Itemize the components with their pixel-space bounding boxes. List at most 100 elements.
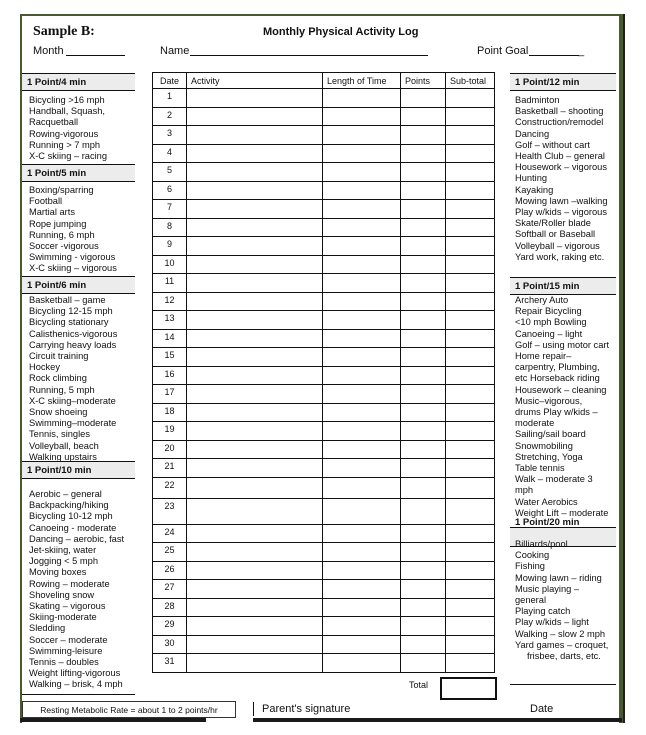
points-cell[interactable] bbox=[400, 125, 446, 145]
subtotal-cell[interactable] bbox=[445, 310, 495, 330]
length-of-time-cell[interactable] bbox=[322, 579, 401, 599]
length-of-time-cell[interactable] bbox=[322, 236, 401, 256]
subtotal-cell[interactable] bbox=[445, 236, 495, 256]
activity-cell[interactable] bbox=[186, 254, 323, 274]
subtotal-cell[interactable] bbox=[445, 125, 495, 145]
activity-cell[interactable] bbox=[186, 365, 323, 385]
points-cell[interactable] bbox=[400, 88, 446, 108]
length-of-time-cell[interactable] bbox=[322, 365, 401, 385]
length-of-time-cell[interactable] bbox=[322, 402, 401, 422]
points-cell[interactable] bbox=[400, 597, 446, 617]
activity-cell[interactable] bbox=[186, 497, 323, 525]
subtotal-cell[interactable] bbox=[445, 180, 495, 200]
length-of-time-cell[interactable] bbox=[322, 384, 401, 404]
activity-cell[interactable] bbox=[186, 88, 323, 108]
length-of-time-cell[interactable] bbox=[322, 560, 401, 580]
length-of-time-cell[interactable] bbox=[322, 634, 401, 654]
length-of-time-cell[interactable] bbox=[322, 180, 401, 200]
length-of-time-cell[interactable] bbox=[322, 328, 401, 348]
points-cell[interactable] bbox=[400, 162, 446, 182]
length-of-time-cell[interactable] bbox=[322, 217, 401, 237]
subtotal-cell[interactable] bbox=[445, 560, 495, 580]
subtotal-cell[interactable] bbox=[445, 162, 495, 182]
length-of-time-cell[interactable] bbox=[322, 421, 401, 441]
activity-cell[interactable] bbox=[186, 347, 323, 367]
subtotal-cell[interactable] bbox=[445, 217, 495, 237]
subtotal-cell[interactable] bbox=[445, 254, 495, 274]
subtotal-cell[interactable] bbox=[445, 328, 495, 348]
length-of-time-cell[interactable] bbox=[322, 88, 401, 108]
subtotal-cell[interactable] bbox=[445, 347, 495, 367]
length-of-time-cell[interactable] bbox=[322, 106, 401, 126]
total-field[interactable] bbox=[440, 677, 497, 700]
points-cell[interactable] bbox=[400, 421, 446, 441]
points-cell[interactable] bbox=[400, 616, 446, 636]
subtotal-cell[interactable] bbox=[445, 88, 495, 108]
points-cell[interactable] bbox=[400, 106, 446, 126]
subtotal-cell[interactable] bbox=[445, 365, 495, 385]
subtotal-cell[interactable] bbox=[445, 597, 495, 617]
length-of-time-cell[interactable] bbox=[322, 542, 401, 562]
activity-cell[interactable] bbox=[186, 579, 323, 599]
points-cell[interactable] bbox=[400, 653, 446, 673]
activity-cell[interactable] bbox=[186, 162, 323, 182]
subtotal-cell[interactable] bbox=[445, 439, 495, 459]
points-cell[interactable] bbox=[400, 560, 446, 580]
length-of-time-cell[interactable] bbox=[322, 439, 401, 459]
subtotal-cell[interactable] bbox=[445, 497, 495, 525]
points-cell[interactable] bbox=[400, 634, 446, 654]
length-of-time-cell[interactable] bbox=[322, 199, 401, 219]
length-of-time-cell[interactable] bbox=[322, 458, 401, 478]
subtotal-cell[interactable] bbox=[445, 653, 495, 673]
activity-cell[interactable] bbox=[186, 597, 323, 617]
activity-cell[interactable] bbox=[186, 458, 323, 478]
point-goal-field[interactable] bbox=[529, 55, 579, 56]
activity-cell[interactable] bbox=[186, 236, 323, 256]
points-cell[interactable] bbox=[400, 497, 446, 525]
subtotal-cell[interactable] bbox=[445, 402, 495, 422]
points-cell[interactable] bbox=[400, 523, 446, 543]
points-cell[interactable] bbox=[400, 328, 446, 348]
points-cell[interactable] bbox=[400, 439, 446, 459]
activity-cell[interactable] bbox=[186, 291, 323, 311]
length-of-time-cell[interactable] bbox=[322, 273, 401, 293]
points-cell[interactable] bbox=[400, 180, 446, 200]
length-of-time-cell[interactable] bbox=[322, 291, 401, 311]
activity-cell[interactable] bbox=[186, 439, 323, 459]
activity-cell[interactable] bbox=[186, 125, 323, 145]
activity-cell[interactable] bbox=[186, 402, 323, 422]
points-cell[interactable] bbox=[400, 217, 446, 237]
points-cell[interactable] bbox=[400, 236, 446, 256]
subtotal-cell[interactable] bbox=[445, 476, 495, 499]
activity-cell[interactable] bbox=[186, 616, 323, 636]
length-of-time-cell[interactable] bbox=[322, 497, 401, 525]
activity-cell[interactable] bbox=[186, 476, 323, 499]
subtotal-cell[interactable] bbox=[445, 273, 495, 293]
name-field[interactable] bbox=[190, 55, 428, 56]
points-cell[interactable] bbox=[400, 476, 446, 499]
length-of-time-cell[interactable] bbox=[322, 476, 401, 499]
length-of-time-cell[interactable] bbox=[322, 125, 401, 145]
activity-cell[interactable] bbox=[186, 421, 323, 441]
length-of-time-cell[interactable] bbox=[322, 310, 401, 330]
points-cell[interactable] bbox=[400, 458, 446, 478]
points-cell[interactable] bbox=[400, 365, 446, 385]
activity-cell[interactable] bbox=[186, 217, 323, 237]
activity-cell[interactable] bbox=[186, 106, 323, 126]
activity-cell[interactable] bbox=[186, 523, 323, 543]
subtotal-cell[interactable] bbox=[445, 106, 495, 126]
length-of-time-cell[interactable] bbox=[322, 254, 401, 274]
points-cell[interactable] bbox=[400, 291, 446, 311]
activity-cell[interactable] bbox=[186, 542, 323, 562]
length-of-time-cell[interactable] bbox=[322, 653, 401, 673]
points-cell[interactable] bbox=[400, 402, 446, 422]
subtotal-cell[interactable] bbox=[445, 199, 495, 219]
activity-cell[interactable] bbox=[186, 634, 323, 654]
activity-cell[interactable] bbox=[186, 310, 323, 330]
activity-cell[interactable] bbox=[186, 384, 323, 404]
activity-cell[interactable] bbox=[186, 328, 323, 348]
length-of-time-cell[interactable] bbox=[322, 597, 401, 617]
subtotal-cell[interactable] bbox=[445, 458, 495, 478]
points-cell[interactable] bbox=[400, 310, 446, 330]
subtotal-cell[interactable] bbox=[445, 291, 495, 311]
